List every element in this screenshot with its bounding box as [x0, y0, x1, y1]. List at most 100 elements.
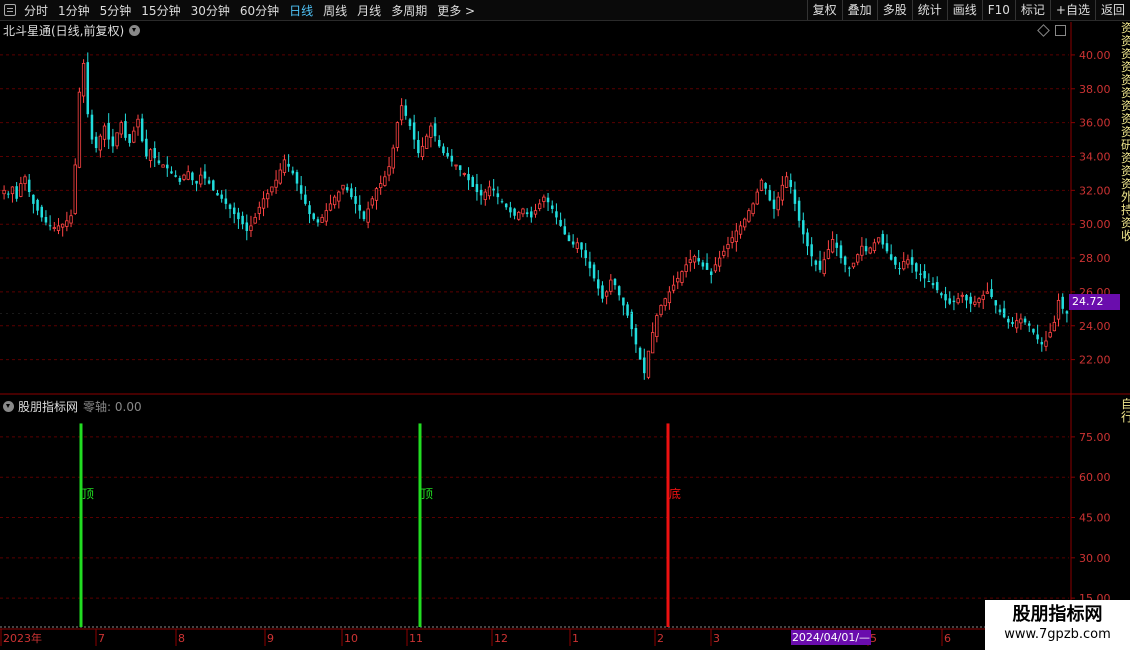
candle-body	[295, 172, 299, 184]
title-dropdown-icon[interactable]	[129, 25, 141, 36]
candle-body	[597, 279, 600, 289]
candle-body	[1048, 332, 1052, 338]
candle-body	[868, 247, 872, 254]
candle-body	[965, 294, 968, 301]
watermark-url: www.7gpzb.com	[1004, 627, 1111, 642]
candle-body	[483, 191, 487, 200]
candle-body	[705, 262, 709, 270]
candle-body	[1015, 320, 1019, 329]
candle-body	[458, 165, 462, 171]
candle-body	[948, 298, 952, 304]
candle-body	[316, 219, 320, 223]
candle-body	[328, 203, 333, 211]
candle-body	[550, 205, 554, 209]
maximize-icon[interactable]	[1055, 25, 1066, 36]
candle-body	[7, 193, 10, 195]
candle-body	[1044, 340, 1048, 347]
candle-body	[23, 176, 27, 184]
candle-body	[580, 242, 583, 250]
candle-body	[559, 219, 562, 226]
candle-body	[132, 130, 136, 143]
candle-body	[810, 244, 813, 257]
stock-title: 北斗星通(日线,前复权)	[3, 24, 125, 38]
candle-body	[709, 271, 713, 275]
candle-body	[467, 173, 470, 181]
candle-body	[1023, 318, 1027, 323]
candle-body	[216, 192, 219, 196]
candle-body	[1036, 334, 1039, 340]
candle-body	[379, 183, 383, 189]
candle-body	[659, 305, 663, 316]
candle-body	[864, 246, 868, 252]
candle-body	[136, 118, 140, 128]
candle-body	[697, 258, 700, 262]
candle-body	[898, 268, 901, 270]
candle-body	[575, 242, 579, 249]
indicator-tick-label: 45.00	[1079, 512, 1111, 525]
candle-body	[304, 194, 307, 204]
date-cursor-label: 2024/04/01/—	[791, 630, 871, 645]
candle-body	[860, 245, 864, 256]
candle-body	[2, 189, 6, 195]
candle-body	[902, 261, 906, 270]
candle-body	[128, 134, 131, 143]
candle-body	[931, 283, 935, 286]
candle-body	[826, 249, 831, 259]
candle-body	[1011, 321, 1014, 325]
indicator-dropdown-icon[interactable]	[3, 401, 14, 412]
candle-body	[186, 171, 190, 180]
candle-body	[533, 210, 538, 215]
candle-body	[835, 242, 839, 248]
candle-body	[90, 114, 94, 140]
watermark: 股朋指标网 www.7gpzb.com	[985, 600, 1130, 650]
indicator-tick-label: 75.00	[1079, 431, 1111, 444]
candle-body	[479, 189, 483, 196]
indicator-panel-title: 股朋指标网 零轴: 0.00	[3, 398, 142, 415]
candle-body	[178, 178, 182, 182]
candle-body	[404, 105, 408, 116]
candle-body	[609, 279, 613, 292]
candle-body	[73, 164, 77, 214]
indicator-tick-label: 30.00	[1079, 552, 1111, 565]
candle-body	[299, 185, 303, 194]
candle-body	[768, 190, 772, 201]
candle-body	[27, 179, 31, 193]
candle-body	[199, 174, 203, 185]
candle-body	[446, 152, 449, 157]
candle-body	[985, 291, 990, 294]
candle-body	[312, 213, 315, 220]
candle-body	[332, 196, 337, 206]
candle-body	[584, 250, 587, 259]
candle-body	[320, 217, 324, 223]
candle-body	[1027, 323, 1031, 326]
candle-body	[496, 193, 500, 198]
candle-body	[994, 300, 998, 306]
candle-body	[450, 155, 454, 162]
candle-body	[538, 203, 542, 210]
candle-body	[94, 136, 98, 149]
candle-body	[249, 225, 253, 231]
candle-body	[425, 135, 429, 149]
candle-body	[969, 296, 972, 304]
candle-body	[889, 254, 893, 260]
indicator-tick-label: 60.00	[1079, 471, 1111, 484]
candle-body	[182, 174, 186, 180]
candle-body	[952, 300, 956, 303]
x-tick-label: 6	[944, 632, 951, 645]
candle-body	[546, 197, 550, 203]
candle-body	[851, 262, 856, 268]
candle-body	[671, 284, 676, 291]
candle-body	[530, 211, 533, 218]
candle-body	[399, 105, 404, 121]
x-tick-label: 11	[409, 632, 423, 645]
candle-body	[40, 206, 44, 218]
kline-chart[interactable]: 40.0038.0036.0034.0032.0030.0028.0026.00…	[0, 0, 1130, 650]
x-tick-label: 9	[267, 632, 274, 645]
candle-body	[391, 147, 395, 169]
candle-body	[56, 225, 61, 231]
x-tick-label: 5	[870, 632, 877, 645]
candle-body	[1007, 318, 1010, 323]
candle-body	[956, 298, 960, 304]
candle-body	[237, 212, 240, 220]
candle-body	[266, 193, 270, 200]
